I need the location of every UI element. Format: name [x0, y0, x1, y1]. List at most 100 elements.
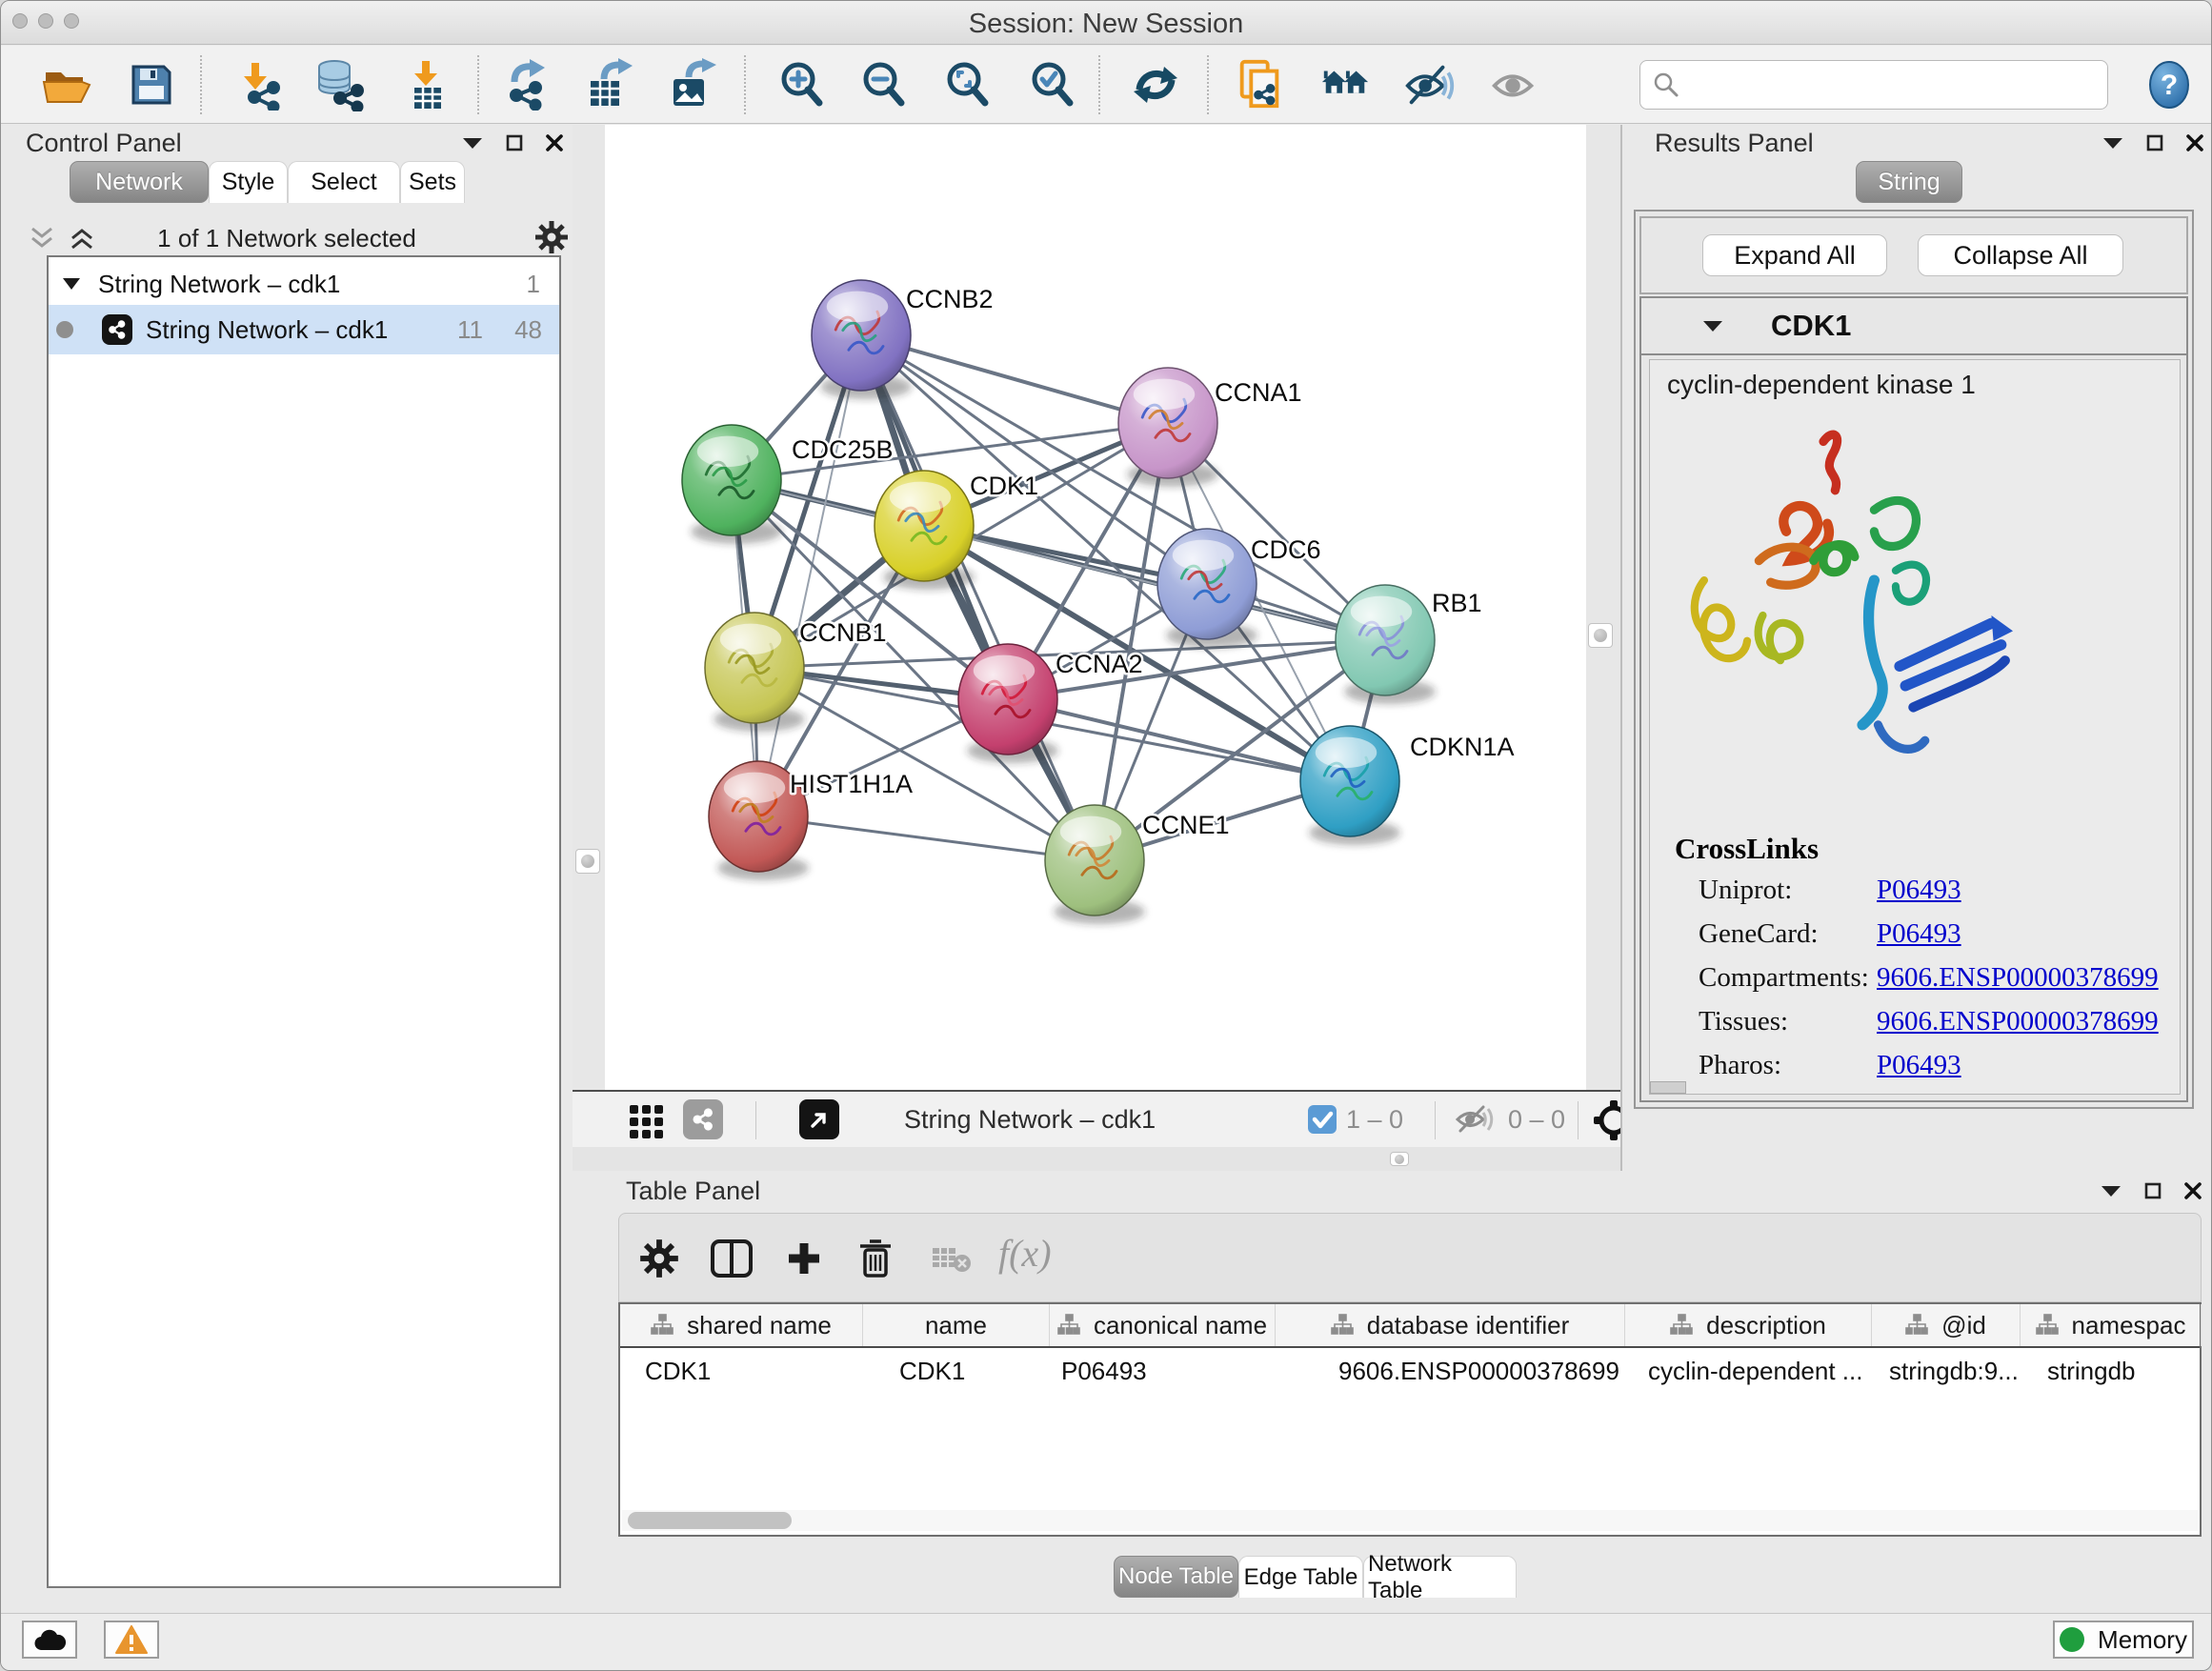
tab-edge-table[interactable]: Edge Table: [1238, 1556, 1363, 1598]
selected-checkbox-icon[interactable]: [1307, 1104, 1337, 1139]
column-header-namespac[interactable]: namespac: [2021, 1304, 2202, 1346]
network-node-ccna2[interactable]: [958, 644, 1058, 763]
crosslink-link[interactable]: 9606.ENSP00000378699: [1877, 962, 2159, 994]
tree-expand-icon[interactable]: [62, 277, 81, 291]
show-columns-icon[interactable]: [709, 1236, 754, 1281]
panel-collapse-icon[interactable]: [462, 136, 483, 150]
toolbar-separator: [477, 55, 479, 114]
results-panel-title: Results Panel: [1655, 129, 1814, 158]
panel-collapse-icon[interactable]: [2102, 136, 2123, 150]
network-edge[interactable]: [758, 816, 1095, 860]
column-header--id[interactable]: @id: [1872, 1304, 2021, 1346]
gene-section-header[interactable]: CDK1: [1641, 298, 2186, 355]
network-node-ccnb1[interactable]: [705, 613, 805, 732]
right-splitter-handle[interactable]: [1588, 623, 1613, 648]
show-all-icon[interactable]: [1487, 58, 1540, 111]
table-body: CDK1CDK1P064939606.ENSP00000378699cyclin…: [620, 1348, 2200, 1394]
crosslink-row: Uniprot:P06493: [1650, 875, 2180, 918]
table-horizontal-scrollbar[interactable]: [622, 1510, 2198, 1531]
import-network-from-database-icon[interactable]: [312, 58, 365, 111]
network-options-gear-icon[interactable]: [534, 220, 569, 254]
column-header-description[interactable]: description: [1625, 1304, 1872, 1346]
zoom-in-icon[interactable]: [775, 58, 829, 111]
network-canvas[interactable]: CCNB2CCNA1CDC25BCDK1CDC6RB1CCNB1CCNA2CDK…: [605, 125, 1586, 1090]
network-edge[interactable]: [758, 335, 861, 816]
zoom-fit-icon[interactable]: [941, 58, 995, 111]
tab-network[interactable]: Network: [70, 161, 209, 203]
table-panel: Table Panel f(x) shared nam: [573, 1171, 2212, 1613]
zoom-out-icon[interactable]: [857, 58, 911, 111]
import-table-icon[interactable]: [400, 58, 453, 111]
network-node-ccne1[interactable]: [1045, 805, 1145, 924]
grid-view-icon[interactable]: [628, 1101, 666, 1144]
tab-style[interactable]: Style: [209, 161, 288, 203]
tab-network-table[interactable]: Network Table: [1363, 1556, 1517, 1598]
export-network-icon[interactable]: [500, 58, 553, 111]
duplicate-network-icon[interactable]: [1233, 58, 1286, 111]
network-node-ccna1[interactable]: [1118, 368, 1218, 487]
warning-status-button[interactable]: [104, 1621, 159, 1659]
panel-close-icon[interactable]: [546, 134, 563, 151]
network-node-cdkn1a[interactable]: [1300, 726, 1400, 845]
panel-close-icon[interactable]: [2186, 134, 2203, 151]
column-header-canonical-name[interactable]: canonical name: [1050, 1304, 1276, 1346]
first-neighbors-icon[interactable]: [1318, 58, 1372, 111]
export-table-icon[interactable]: [583, 58, 636, 111]
collapse-all-button[interactable]: Collapse All: [1918, 234, 2123, 276]
search-input[interactable]: [1639, 60, 2108, 110]
network-row-selected[interactable]: String Network – cdk1 11 48: [49, 305, 559, 354]
crosslink-link[interactable]: 9606.ENSP00000378699: [1877, 1006, 2159, 1037]
section-collapse-icon[interactable]: [1702, 319, 1723, 332]
expand-all-button[interactable]: Expand All: [1702, 234, 1887, 276]
open-session-icon[interactable]: [39, 58, 92, 111]
network-collection-row[interactable]: String Network – cdk1 1: [49, 263, 559, 305]
detach-view-icon[interactable]: [799, 1099, 839, 1139]
add-column-icon[interactable]: [781, 1236, 827, 1281]
panel-collapse-icon[interactable]: [2101, 1184, 2122, 1198]
crosslink-link[interactable]: P06493: [1877, 918, 1961, 950]
table-row[interactable]: CDK1CDK1P064939606.ENSP00000378699cyclin…: [620, 1348, 2200, 1394]
zoom-selected-icon[interactable]: [1026, 58, 1079, 111]
memory-button[interactable]: Memory: [2053, 1621, 2194, 1659]
tab-select[interactable]: Select: [288, 161, 400, 203]
hide-selected-icon[interactable]: [1402, 58, 1456, 111]
network-node-ccnb2[interactable]: [812, 280, 912, 399]
panel-float-icon[interactable]: [2144, 1182, 2162, 1199]
export-image-icon[interactable]: [666, 58, 719, 111]
tab-node-table[interactable]: Node Table: [1114, 1556, 1238, 1598]
footer-separator: [1435, 1101, 1436, 1139]
delete-column-icon[interactable]: [853, 1236, 898, 1281]
table-settings-gear-icon[interactable]: [636, 1236, 682, 1281]
table-tabs: Node TableEdge TableNetwork Table: [1114, 1556, 1517, 1598]
results-horizontal-scrollbar[interactable]: [1650, 1081, 1686, 1094]
panel-float-icon[interactable]: [506, 134, 523, 151]
tab-string[interactable]: String: [1856, 161, 1962, 203]
import-network-icon[interactable]: [231, 58, 285, 111]
left-splitter-handle[interactable]: [575, 849, 600, 874]
panel-float-icon[interactable]: [2146, 134, 2163, 151]
column-type-icon: [1331, 1314, 1354, 1337]
hidden-eye-icon[interactable]: [1454, 1103, 1496, 1140]
column-header-database-identifier[interactable]: database identifier: [1276, 1304, 1625, 1346]
help-icon[interactable]: ?: [2142, 58, 2196, 111]
node-count: 11: [457, 315, 483, 345]
horizontal-splitter[interactable]: [573, 1147, 1620, 1171]
selected-count: 1 – 0: [1346, 1105, 1403, 1135]
column-header-label: shared name: [687, 1311, 832, 1340]
network-node-cdc25b[interactable]: [682, 425, 782, 544]
crosslink-link[interactable]: P06493: [1877, 875, 1961, 906]
network-node-cdc6[interactable]: [1157, 529, 1257, 648]
apply-layout-icon[interactable]: [1129, 58, 1182, 111]
network-node-cdk1[interactable]: [875, 471, 975, 590]
crosslink-link[interactable]: P06493: [1877, 1050, 1961, 1081]
cloud-status-button[interactable]: [22, 1621, 77, 1659]
column-header-shared-name[interactable]: shared name: [620, 1304, 863, 1346]
tab-sets[interactable]: Sets: [400, 161, 465, 203]
network-view-icon[interactable]: [683, 1099, 723, 1139]
save-session-icon[interactable]: [125, 58, 178, 111]
column-header-name[interactable]: name: [863, 1304, 1050, 1346]
network-node-rb1[interactable]: [1336, 585, 1436, 704]
scrollbar-thumb[interactable]: [628, 1512, 792, 1529]
node-label-cdc6: CDC6: [1251, 535, 1321, 564]
panel-close-icon[interactable]: [2184, 1182, 2202, 1199]
